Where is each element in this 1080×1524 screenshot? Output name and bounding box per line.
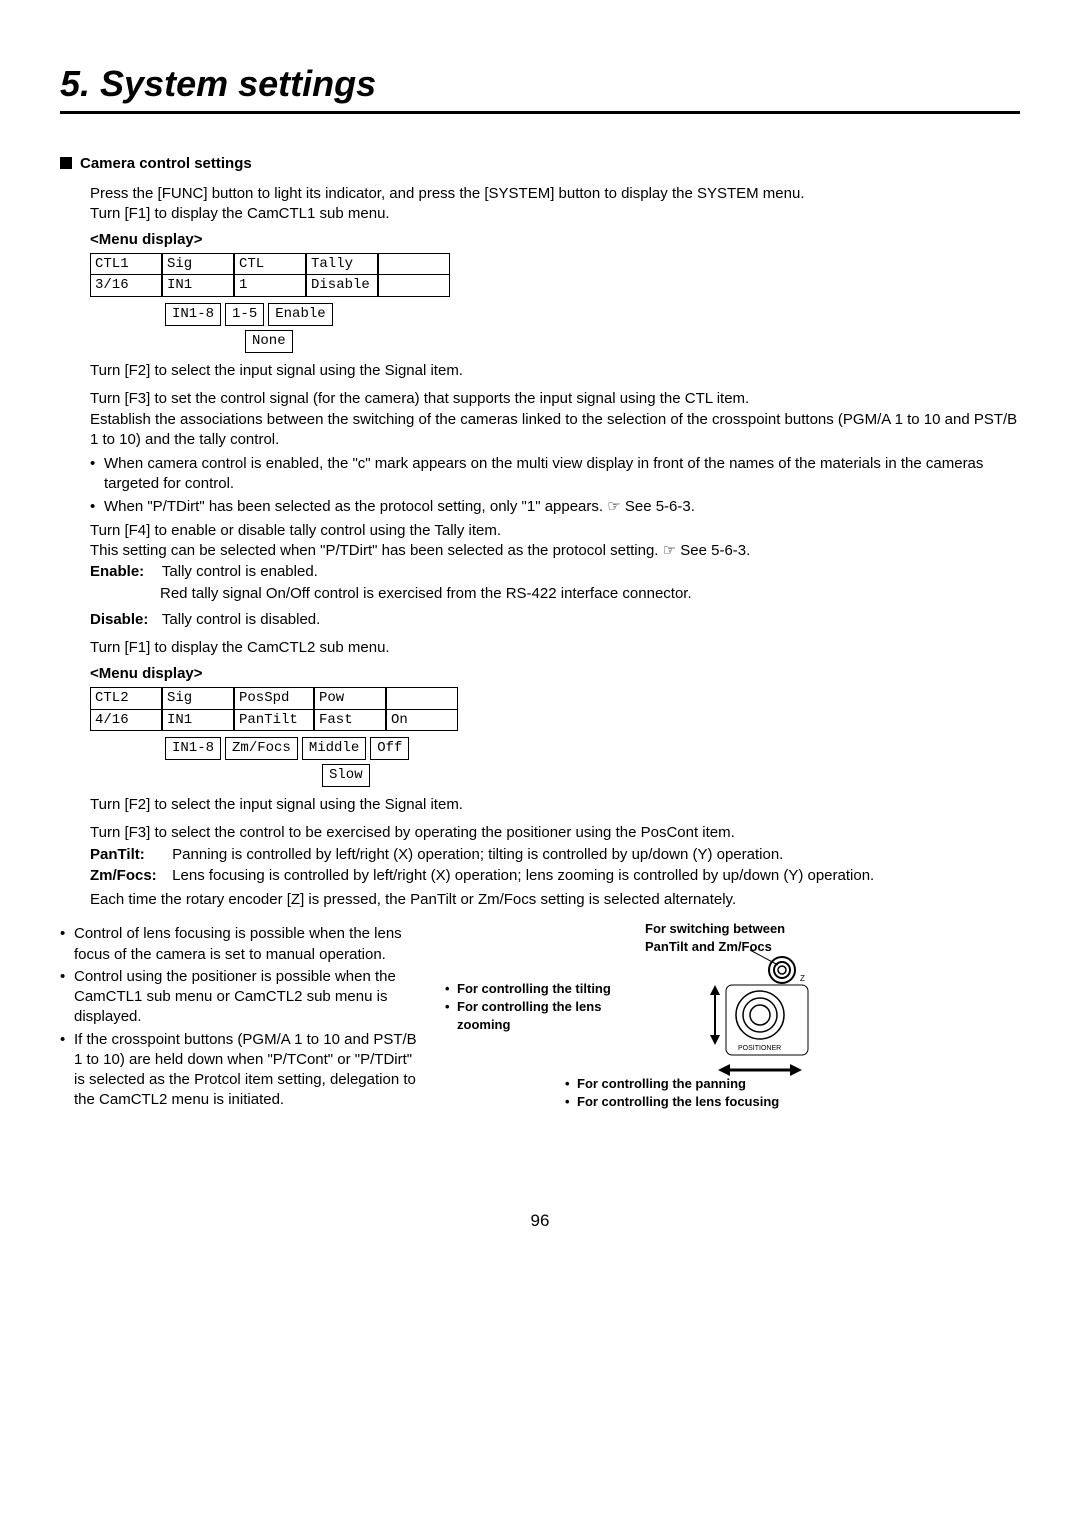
menu-display-label: <Menu display> [90,230,1020,250]
menu-cell [378,274,450,297]
menu-cell: Disable [306,274,378,297]
list-text: When "P/TDirt" has been selected as the … [104,498,607,515]
pantilt-label: PanTilt: [90,845,168,865]
menu-option: Off [370,737,409,760]
paragraph: Each time the rotary encoder [Z] is pres… [90,890,1020,910]
menu-cell: Pow [314,687,386,710]
menu-option: Enable [268,303,332,326]
list-item: When camera control is enabled, the "c" … [90,454,1020,495]
paragraph: Establish the associations between the s… [90,410,1020,451]
see-reference: ☞ See 5-6-3. [607,498,695,515]
disable-label: Disable: [90,610,158,630]
list-item: Control using the positioner is possible… [60,967,425,1028]
paragraph: Turn [F4] to enable or disable tally con… [90,521,1020,541]
menu-cell: IN1 [162,274,234,297]
paragraph: Red tally signal On/Off control is exerc… [160,584,1020,604]
menu-cell: PosSpd [234,687,314,710]
menu-option: None [245,330,293,353]
list-item: Control of lens focusing is possible whe… [60,924,425,965]
definition-row: Enable: Tally control is enabled. [90,562,1020,582]
menu-cell: Sig [162,253,234,276]
menu-option: Zm/Focs [225,737,298,760]
z-label: Z [800,974,805,983]
paragraph-text: This setting can be selected when "P/TDi… [90,542,663,559]
paragraph: Turn [F3] to select the control to be ex… [90,823,1020,843]
menu-cell: 1 [234,274,306,297]
square-bullet-icon [60,157,72,169]
switch-label-line1: For switching between [645,921,785,936]
paragraph: Turn [F1] to display the CamCTL2 sub men… [90,638,1020,658]
panning-label: For controlling the panning [565,1075,779,1093]
menu-cell: CTL [234,253,306,276]
menu-cell: Fast [314,709,386,732]
paragraph: Turn [F3] to set the control signal (for… [90,389,1020,409]
menu-display-1: CTL1 Sig CTL Tally 3/16 IN1 1 Disable IN… [90,253,1020,354]
menu-cell: On [386,709,458,732]
menu-option: IN1-8 [165,303,221,326]
menu-cell: Tally [306,253,378,276]
zoom-label: For controlling the lens zooming [445,998,650,1033]
see-reference: ☞ See 5-6-3. [663,542,751,559]
section-heading: Camera control settings [60,154,1020,174]
pantilt-text: Panning is controlled by left/right (X) … [172,846,783,863]
page-number: 96 [60,1210,1020,1233]
tilting-label: For controlling the tilting [445,980,650,998]
paragraph: This setting can be selected when "P/TDi… [90,541,1020,561]
menu-cell: 4/16 [90,709,162,732]
list-item: When "P/TDirt" has been selected as the … [90,497,1020,517]
menu-option: Slow [322,764,370,787]
menu-cell: CTL2 [90,687,162,710]
disable-text: Tally control is disabled. [162,611,320,628]
menu-cell [386,687,458,710]
menu-cell: PanTilt [234,709,314,732]
positioner-label: POSITIONER [738,1045,781,1052]
menu-option: Middle [302,737,366,760]
focusing-label: For controlling the lens focusing [565,1093,779,1111]
menu-display-2: CTL2 Sig PosSpd Pow 4/16 IN1 PanTilt Fas… [90,687,1020,788]
paragraph: Turn [F1] to display the CamCTL1 sub men… [90,204,1020,224]
menu-display-label: <Menu display> [90,664,1020,684]
section-heading-text: Camera control settings [80,155,252,172]
zmfocs-text: Lens focusing is controlled by left/righ… [172,867,874,884]
definition-row: Disable: Tally control is disabled. [90,610,1020,630]
menu-cell: 3/16 [90,274,162,297]
list-item: If the crosspoint buttons (PGM/A 1 to 10… [60,1030,425,1111]
enable-text: Tally control is enabled. [162,563,318,580]
paragraph: Turn [F2] to select the input signal usi… [90,361,1020,381]
menu-cell [378,253,450,276]
paragraph: Press the [FUNC] button to light its ind… [90,184,1020,204]
chapter-title: 5. System settings [60,60,1020,114]
menu-option: IN1-8 [165,737,221,760]
menu-cell: IN1 [162,709,234,732]
zmfocs-label: Zm/Focs: [90,866,168,886]
definition-row: PanTilt: Panning is controlled by left/r… [90,845,1020,865]
menu-cell: Sig [162,687,234,710]
menu-option: 1-5 [225,303,264,326]
enable-label: Enable: [90,562,158,582]
paragraph: Turn [F2] to select the input signal usi… [90,795,1020,815]
menu-cell: CTL1 [90,253,162,276]
definition-row: Zm/Focs: Lens focusing is controlled by … [90,866,1020,886]
